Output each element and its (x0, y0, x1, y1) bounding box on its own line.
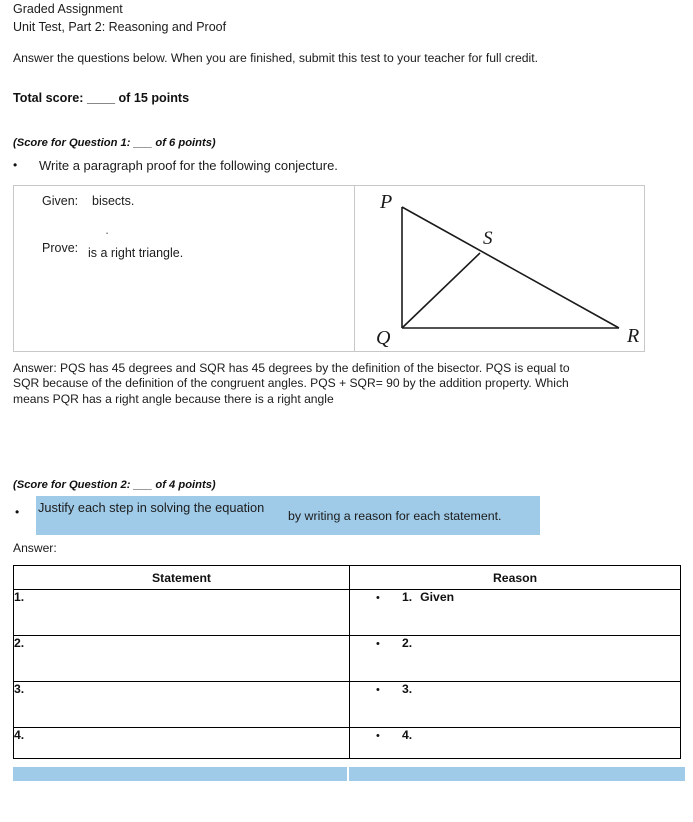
statement-reason-table: Statement Reason 1. • 1. Given 2. • 2. 3… (13, 565, 681, 759)
question1-prompt: • Write a paragraph proof for the followi… (13, 157, 653, 175)
page-subtitle: Unit Test, Part 2: Reasoning and Proof (13, 20, 227, 34)
triangle-figure: P Q R S (355, 186, 644, 351)
total-score-line: Total score: ____ of 15 points (13, 91, 190, 105)
question2-score-line: (Score for Question 2: ___ of 4 points) (13, 479, 216, 491)
table-row[interactable]: 4. • 4. (13, 727, 681, 759)
question1-prompt-text: Write a paragraph proof for the followin… (39, 158, 338, 173)
given-secondary-mark: · (105, 226, 110, 240)
assignment-page: Graded Assignment Unit Test, Part 2: Rea… (0, 0, 693, 822)
prove-label: Prove: (42, 241, 79, 255)
table-row[interactable]: 2. • 2. (13, 635, 681, 682)
bullet-icon: • (376, 684, 380, 696)
given-value: bisects. (92, 194, 135, 208)
table-selection-column-gap (347, 767, 349, 781)
statement-number: 3. (13, 681, 350, 728)
reason-number: 3. (402, 682, 413, 696)
reason-number: 2. (402, 636, 413, 650)
instructions-text: Answer the questions below. When you are… (13, 51, 539, 65)
question1-answer-text: Answer: PQS has 45 degrees and SQR has 4… (13, 361, 570, 406)
column-header-statement: Statement (13, 565, 350, 590)
triangle-pqr-svg: P Q R S (376, 191, 639, 349)
reason-cell[interactable]: • 2. (349, 635, 681, 682)
reason-line: • 2. (350, 636, 680, 650)
question1-score-line: (Score for Question 1: ___ of 6 points) (13, 137, 216, 149)
bullet-icon: • (376, 592, 380, 604)
statement-number: 2. (13, 635, 350, 682)
table-selection-highlight (13, 767, 685, 781)
reason-number: 1. (402, 590, 413, 604)
given-label: Given: (42, 194, 79, 208)
question2-prompt-part1: Justify each step in solving the equatio… (38, 500, 265, 515)
reason-number: 4. (402, 728, 413, 742)
table-row[interactable]: 1. • 1. Given (13, 589, 681, 636)
reason-line: • 3. (350, 682, 680, 696)
table-row[interactable]: 3. • 3. (13, 681, 681, 728)
page-title: Graded Assignment (13, 2, 123, 16)
reason-cell[interactable]: • 3. (349, 681, 681, 728)
reason-line: • 1. Given (350, 590, 680, 604)
given-prove-figure-box: Given: bisects. · Prove: is a right tria… (13, 185, 645, 352)
reason-text: Given (420, 590, 455, 604)
reason-cell[interactable]: • 1. Given (349, 589, 681, 636)
column-header-reason: Reason (349, 565, 681, 590)
statement-number: 1. (13, 589, 350, 636)
question2-answer-label: Answer: (13, 541, 57, 555)
question2-prompt-part2: by writing a reason for each statement. (288, 509, 502, 523)
vertex-label-q: Q (376, 327, 391, 349)
prove-value: is a right triangle. (88, 246, 184, 260)
vertex-label-p: P (379, 191, 392, 213)
vertex-label-r: R (626, 325, 639, 347)
reason-line: • 4. (350, 728, 680, 742)
bullet-icon: • (376, 638, 380, 650)
statement-number: 4. (13, 727, 350, 759)
bullet-icon: • (13, 158, 18, 172)
bullet-icon: • (376, 730, 380, 742)
point-label-s: S (483, 228, 493, 249)
reason-cell[interactable]: • 4. (349, 727, 681, 759)
table-header-row: Statement Reason (13, 565, 681, 590)
bullet-icon: • (15, 505, 20, 519)
